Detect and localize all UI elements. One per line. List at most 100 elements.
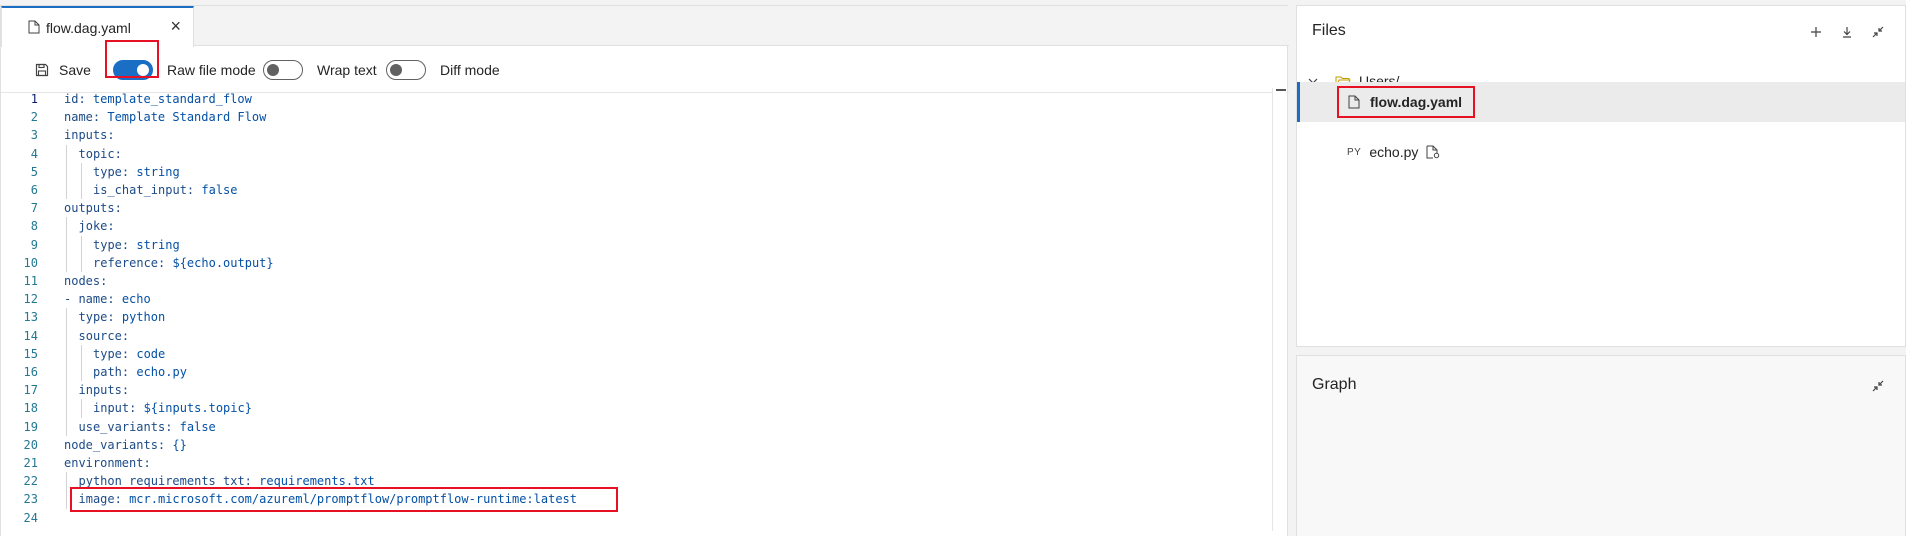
yaml-separator: : [121,346,137,361]
yaml-separator: : [121,237,137,252]
code-line[interactable]: 14 source: [0,326,1270,345]
indent-guide [66,144,67,163]
add-file-icon[interactable] [1808,24,1824,40]
line-number: 1 [30,92,38,107]
indent-guide [66,181,67,200]
code-line[interactable]: 15 type: code [0,344,1270,363]
yaml-key: input [93,401,130,416]
line-number: 6 [30,183,38,198]
code-text: - name: echo [64,292,151,306]
code-line[interactable]: 16 path: echo.py [0,363,1270,382]
code-text: type: python [79,310,166,324]
code-text: type: string [93,165,180,179]
indent-guide [66,235,67,254]
code-line[interactable]: 7 outputs: [0,199,1270,217]
code-line[interactable]: 18 input: ${inputs.topic} [0,399,1270,418]
diff-mode-toggle-wrap: Diff mode [386,47,500,93]
toggle-knob [390,64,402,76]
indent-guide [66,217,67,236]
indent-guide [66,344,67,363]
line-number: 17 [23,383,38,398]
code-text: input: ${inputs.topic} [93,401,252,415]
code-line[interactable]: 8 joke: [0,217,1270,236]
line-number: 24 [23,510,38,525]
line-number: 19 [23,419,38,434]
highlight-box-toggle [105,40,159,78]
yaml-key: type [93,164,122,179]
file-settings-icon[interactable] [1426,145,1440,159]
code-text: type: code [93,347,165,361]
line-number: 16 [23,365,38,380]
yaml-value: ${echo.output} [172,255,274,270]
collapse-icon[interactable] [1870,24,1886,40]
line-number: 21 [23,456,38,471]
code-line[interactable]: 21 environment: [0,454,1270,472]
code-line[interactable]: 9 type: string [0,235,1270,254]
yaml-key: topic [78,146,115,161]
yaml-key: type [93,237,122,252]
code-line[interactable]: 6 is_chat_input: false [0,181,1270,200]
indent-guide [66,162,67,181]
yaml-separator: : [114,146,122,161]
editor-toolbar: Save Raw file mode Wrap text Diff mode [1,40,1289,93]
save-button[interactable]: Save [35,47,91,93]
code-line[interactable]: 3 inputs: [0,126,1270,144]
wrap-text-toggle-wrap: Wrap text [263,47,377,93]
yaml-key: joke [78,219,108,234]
yaml-key: name [64,110,93,125]
vertical-scrollbar[interactable] [1272,88,1286,531]
indent-guide [66,308,67,327]
code-line[interactable]: 5 type: string [0,162,1270,181]
yaml-value: code [136,346,166,361]
indent-guide [80,235,82,254]
code-line[interactable]: 10 reference: ${echo.output} [0,253,1270,272]
code-line[interactable]: 20 node_variants: {} [0,436,1270,454]
file-icon [28,20,40,34]
code-line[interactable]: 4 topic: [0,144,1270,163]
indent-guide [80,363,82,382]
line-number: 10 [23,255,38,270]
line-number: 5 [30,164,38,179]
diff-mode-toggle[interactable] [386,60,426,80]
indent-guide [80,181,82,200]
code-line[interactable]: 1 id: template_standard_flow [0,90,1270,108]
code-line[interactable]: 11 nodes: [0,272,1270,290]
close-icon[interactable]: × [170,16,181,37]
line-number: 20 [23,437,38,452]
code-line[interactable]: 13 type: python [0,308,1270,327]
line-number: 2 [30,110,38,125]
code-text: inputs: [79,383,130,397]
yaml-key: path [93,365,122,380]
code-line[interactable]: 19 use_variants: false [0,417,1270,436]
tree-file-echo-py[interactable]: PY echo.py [1297,132,1905,172]
code-editor[interactable]: 1 id: template_standard_flow 2 name: Templa… [0,88,1272,531]
code-line[interactable]: 2 name: Template Standard Flow [0,108,1270,126]
indent-guide [66,490,67,509]
line-number: 14 [23,328,38,343]
indent-guide [66,253,67,272]
highlight-box-image-line [70,487,618,512]
line-number: 7 [30,201,38,216]
download-icon[interactable] [1839,24,1855,40]
yaml-value: string [136,237,180,252]
yaml-separator: : [92,110,108,125]
tab-flow-dag-yaml[interactable]: flow.dag.yaml × [1,6,194,47]
yaml-key: inputs [78,383,122,398]
code-line[interactable]: 12 - name: echo [0,290,1270,308]
yaml-key: type [93,346,122,361]
diff-mode-label: Diff mode [440,62,500,78]
yaml-value: string [136,164,180,179]
yaml-separator: : [157,437,173,452]
collapse-icon[interactable] [1870,378,1886,394]
graph-panel: Graph [1296,355,1906,536]
yaml-separator: : [186,183,202,198]
code-text: name: Template Standard Flow [64,110,266,124]
yaml-separator: : [107,128,115,143]
tab-label: flow.dag.yaml [46,19,131,36]
indent-guide [80,344,82,363]
line-number: 11 [23,274,38,289]
code-line[interactable]: 17 inputs: [0,381,1270,400]
yaml-key: source [78,328,122,343]
wrap-text-toggle[interactable] [263,60,303,80]
code-text: reference: ${echo.output} [93,256,274,270]
